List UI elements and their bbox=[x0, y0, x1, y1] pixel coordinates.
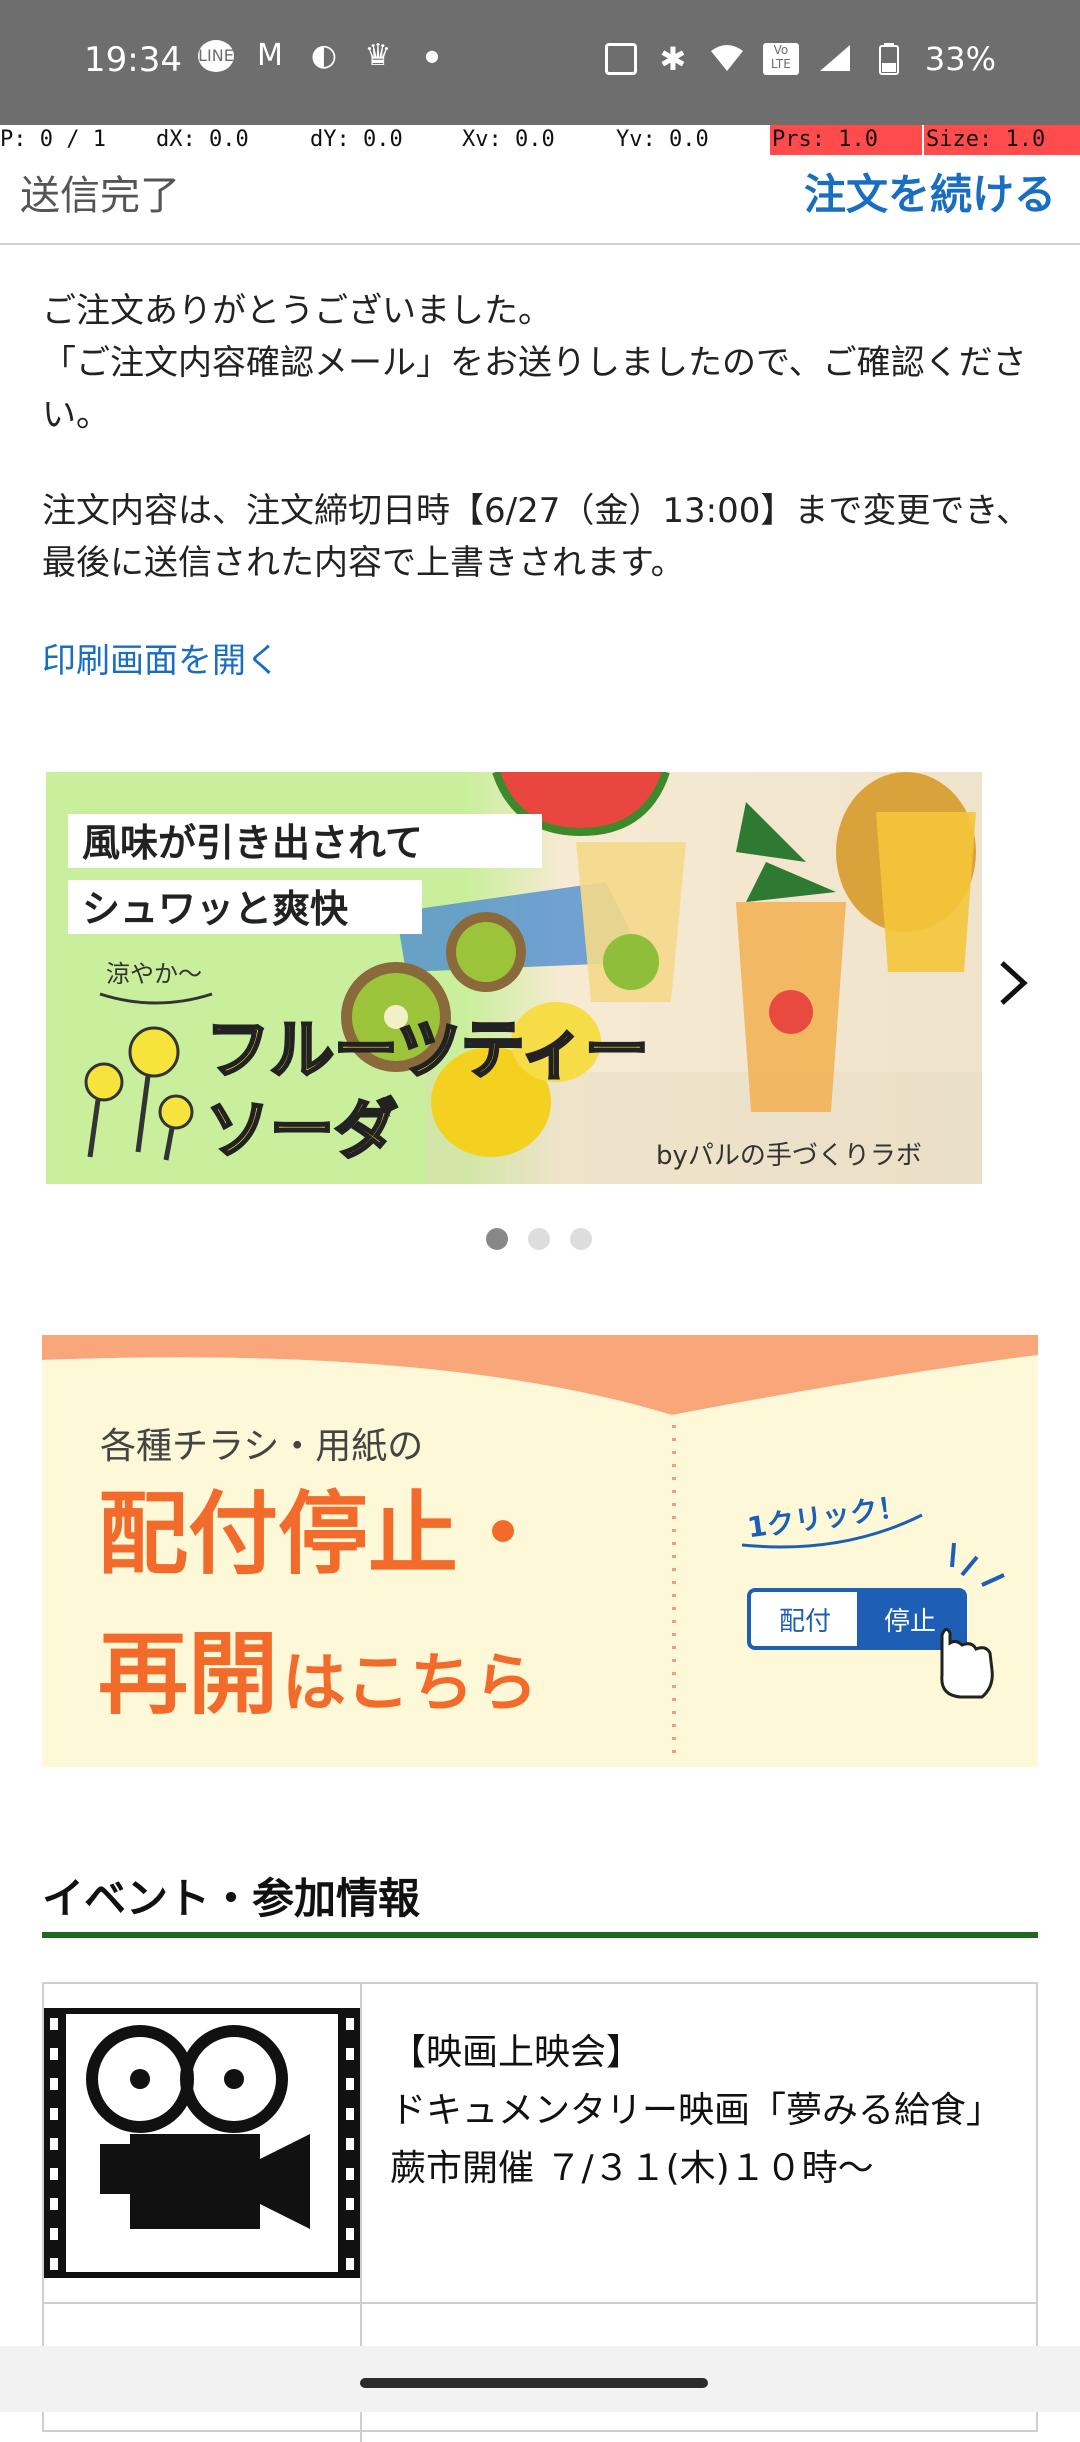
notification-icons: LINE M ◐ ♛ ● bbox=[198, 40, 450, 72]
delivery-stop-banner[interactable]: 各種チラシ・用紙の 配付停止・ 再開 はこちら 1クリック！ 配付 停止 bbox=[42, 1335, 1038, 1767]
home-gesture-handle[interactable] bbox=[360, 2378, 708, 2388]
carousel-next-chevron-icon[interactable] bbox=[998, 960, 1028, 1018]
event-description: 【映画上映会】 ドキュメンタリー映画「夢みる給食」 蕨市開催 ７/３１(木)１０… bbox=[390, 2024, 1010, 2198]
banner2-deliver-label: 配付 bbox=[779, 1607, 831, 1637]
cell-signal-icon bbox=[817, 43, 853, 75]
carousel-dot-1[interactable] bbox=[486, 1228, 508, 1250]
confirmation-mail-text: 「ご注文内容確認メール」をお送りしましたので、ご確認ください。 bbox=[42, 343, 1027, 435]
carousel-dot-2[interactable] bbox=[528, 1228, 550, 1250]
banner1-title-2: ソーダ bbox=[206, 1094, 398, 1168]
battery-icon bbox=[871, 43, 907, 75]
pointer-xv: Xv: 0.0 bbox=[462, 127, 555, 152]
line-app-icon: LINE bbox=[198, 40, 234, 72]
nfc-icon bbox=[604, 43, 637, 75]
carousel-indicator bbox=[486, 1228, 592, 1250]
gmail-icon: M bbox=[257, 38, 283, 73]
sync-app-icon: ◐ bbox=[310, 38, 338, 73]
open-print-screen-link[interactable]: 印刷画面を開く bbox=[42, 641, 280, 681]
more-notifications-dot-icon: ● bbox=[425, 46, 439, 65]
banner2-title-3: はこちら bbox=[282, 1647, 538, 1721]
event-section-title: イベント・参加情報 bbox=[42, 1874, 421, 1923]
section-divider bbox=[42, 1932, 1038, 1938]
banner2-subtitle: 各種チラシ・用紙の bbox=[100, 1426, 423, 1467]
thanks-text: ご注文ありがとうございました。 bbox=[42, 291, 552, 331]
pointer-location-overlay: P: 0 / 1 dX: 0.0 dY: 0.0 Xv: 0.0 Yv: 0.0… bbox=[0, 125, 1080, 157]
pointer-pressure: Prs: 1.0 bbox=[770, 125, 922, 155]
status-bar: 19:34 LINE M ◐ ♛ ● ✱ Vo LTE 33% bbox=[0, 0, 1080, 125]
trophy-icon: ♛ bbox=[364, 38, 392, 73]
carousel-dot-3[interactable] bbox=[570, 1228, 592, 1250]
banner2-stop-label: 停止 bbox=[884, 1607, 936, 1637]
pointer-count: P: 0 / 1 bbox=[0, 127, 106, 152]
volte-icon: Vo LTE bbox=[762, 43, 799, 75]
deadline-text: 注文内容は、注文締切日時【6/27（金）13:00】まで変更でき、最後に送信され… bbox=[42, 491, 1030, 583]
fruit-tea-soda-illustration: 風味が引き出されて シュワッと爽快 涼やか〜 フルーツティー ソーダ byパルの… bbox=[46, 772, 982, 1184]
event-row[interactable]: 【映画上映会】 ドキュメンタリー映画「夢みる給食」 蕨市開催 ７/３１(木)１０… bbox=[44, 1984, 1036, 2304]
wifi-icon bbox=[709, 43, 745, 75]
continue-order-button[interactable]: 注文を続ける bbox=[804, 161, 1056, 222]
app-header: 送信完了 注文を続ける bbox=[0, 157, 1080, 245]
status-time: 19:34 bbox=[84, 40, 182, 80]
pointer-dy: dY: 0.0 bbox=[310, 127, 403, 152]
order-complete-message: ご注文ありがとうございました。 「ご注文内容確認メール」をお送りしましたので、ご… bbox=[42, 285, 1038, 441]
banner2-title-2: 再開 bbox=[98, 1622, 278, 1727]
banner1-tag: 涼やか〜 bbox=[106, 960, 202, 988]
event-title: ドキュメンタリー映画「夢みる給食」 bbox=[390, 2090, 1003, 2131]
event-category: 【映画上映会】 bbox=[390, 2032, 643, 2073]
pointer-size: Size: 1.0 bbox=[924, 125, 1080, 155]
fruit-tea-soda-banner[interactable]: 風味が引き出されて シュワッと爽快 涼やか〜 フルーツティー ソーダ byパルの… bbox=[46, 772, 982, 1184]
banner1-headline-2: シュワッと爽快 bbox=[82, 887, 349, 931]
banner1-credit: byパルの手づくりラボ bbox=[656, 1141, 922, 1171]
pointer-dx: dX: 0.0 bbox=[156, 127, 249, 152]
movie-camera-icon bbox=[44, 1984, 362, 2302]
delivery-stop-illustration: 各種チラシ・用紙の 配付停止・ 再開 はこちら 1クリック！ 配付 停止 bbox=[42, 1335, 1038, 1767]
bluetooth-icon: ✱ bbox=[659, 40, 687, 78]
banner1-title-1: フルーツティー bbox=[206, 1014, 649, 1088]
page-title: 送信完了 bbox=[20, 173, 180, 219]
pointer-yv: Yv: 0.0 bbox=[616, 127, 709, 152]
banner1-headline-1: 風味が引き出されて bbox=[82, 821, 423, 865]
event-date: 蕨市開催 ７/３１(木)１０時〜 bbox=[390, 2148, 874, 2189]
system-icons: ✱ Vo LTE 33% bbox=[604, 40, 996, 78]
banner2-title-1: 配付停止・ bbox=[98, 1482, 548, 1587]
battery-percent: 33% bbox=[924, 40, 996, 78]
deadline-message: 注文内容は、注文締切日時【6/27（金）13:00】まで変更でき、最後に送信され… bbox=[42, 485, 1038, 589]
